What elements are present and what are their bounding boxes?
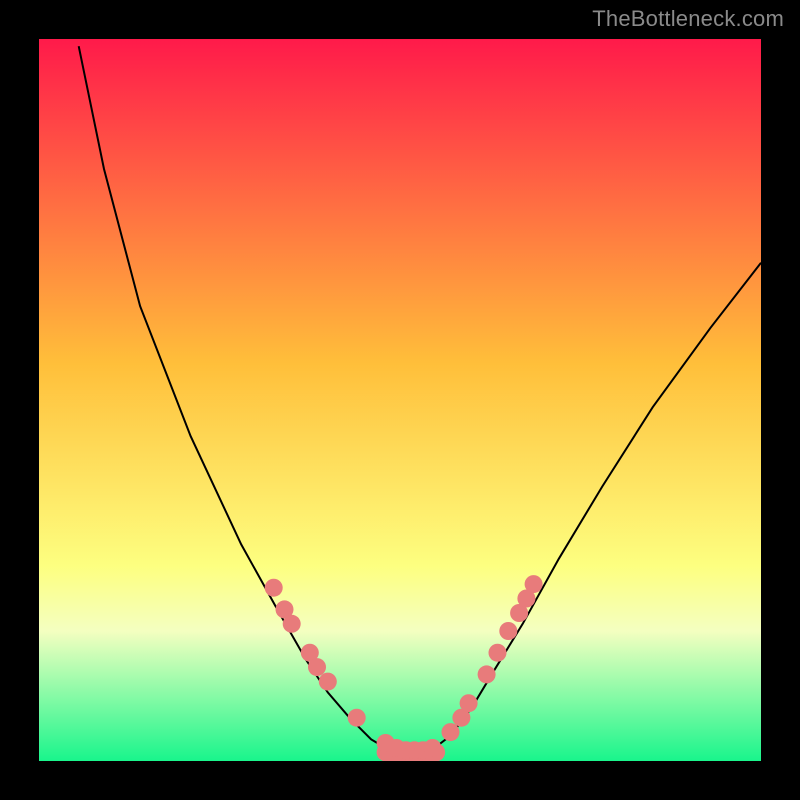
- data-point: [319, 673, 337, 691]
- watermark-text: TheBottleneck.com: [592, 6, 784, 32]
- data-point: [424, 739, 442, 757]
- data-point: [308, 658, 326, 676]
- gradient-background: [39, 39, 761, 761]
- data-point: [265, 579, 283, 597]
- data-point: [525, 575, 543, 593]
- data-point: [442, 723, 460, 741]
- data-point: [489, 644, 507, 662]
- plot-area: [39, 39, 761, 761]
- data-point: [348, 709, 366, 727]
- data-point: [499, 622, 517, 640]
- chart-svg: [39, 39, 761, 761]
- data-point: [283, 615, 301, 633]
- data-point: [460, 694, 478, 712]
- data-point: [478, 665, 496, 683]
